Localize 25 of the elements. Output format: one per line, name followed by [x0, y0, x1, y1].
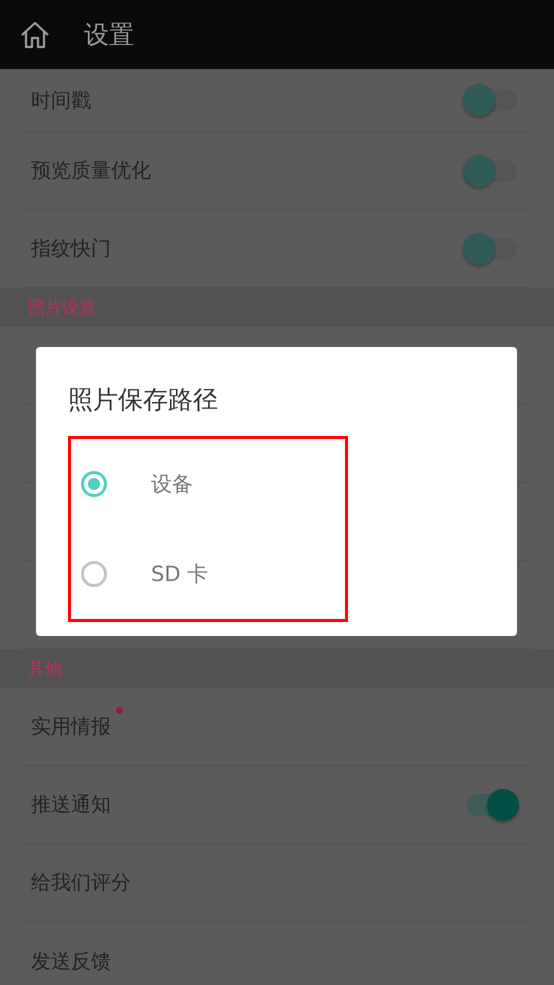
settings-row[interactable]: 发送反馈 [23, 922, 531, 985]
row-label: 发送反馈 [31, 948, 111, 974]
radio-button[interactable] [81, 471, 107, 497]
row-label: 实用情报 [31, 713, 111, 740]
settings-row[interactable]: 给我们评分 [23, 844, 531, 922]
section-title: 照片设置 [28, 297, 96, 319]
section-title: 其他 [28, 658, 62, 680]
row-label: 推送通知 [31, 791, 111, 818]
radio-option[interactable]: 设备 [71, 439, 345, 529]
settings-row[interactable]: 推送通知 [23, 766, 531, 844]
toggle-switch[interactable] [463, 232, 519, 264]
page-title: 设置 [84, 19, 134, 51]
home-icon[interactable] [20, 20, 50, 48]
row-label: 给我们评分 [31, 869, 131, 896]
radio-option[interactable]: SD 卡 [71, 529, 345, 619]
toggle-switch[interactable] [463, 84, 519, 116]
toggle-switch[interactable] [463, 154, 519, 186]
settings-row[interactable]: 预览质量优化 [23, 132, 531, 210]
row-label: 指纹快门 [31, 235, 111, 262]
radio-button[interactable] [81, 561, 107, 587]
settings-row[interactable]: 实用情报 [23, 688, 531, 766]
row-label: 预览质量优化 [31, 157, 151, 184]
row-label: 时间戳 [31, 86, 91, 114]
settings-row[interactable]: 时间戳 [23, 69, 531, 132]
dialog-title: 照片保存路径 [68, 384, 219, 416]
